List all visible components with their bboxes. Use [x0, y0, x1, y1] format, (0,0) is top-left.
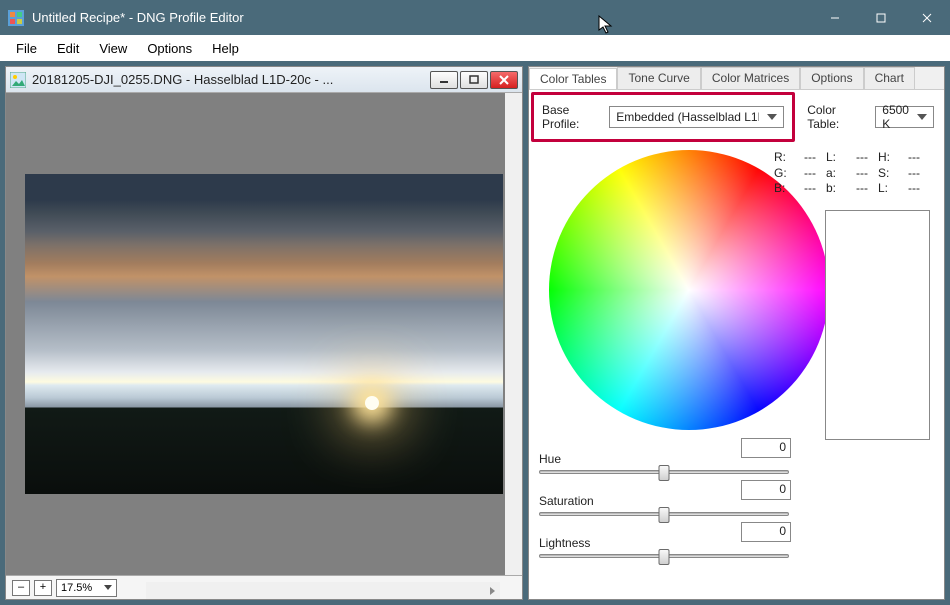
tab-chart[interactable]: Chart	[864, 67, 915, 89]
tabs: Color Tables Tone Curve Color Matrices O…	[529, 67, 944, 89]
hue-label: Hue	[539, 452, 729, 466]
window-title: Untitled Recipe* - DNG Profile Editor	[32, 10, 812, 25]
sun-highlight	[365, 396, 379, 410]
base-profile-label: Base Profile:	[542, 103, 603, 131]
color-table-value: 6500 K	[882, 103, 909, 131]
lightness-slider-thumb[interactable]	[659, 549, 670, 565]
title-bar: Untitled Recipe* - DNG Profile Editor	[0, 0, 950, 35]
tab-color-matrices[interactable]: Color Matrices	[701, 67, 800, 89]
image-viewport[interactable]	[6, 93, 522, 575]
image-panel: 20181205-DJI_0255.DNG - Hasselblad L1D-2…	[5, 66, 523, 600]
saturation-value-input[interactable]: 0	[741, 480, 791, 500]
color-tables-body: Base Profile: Embedded (Hasselblad L1D-2…	[529, 89, 944, 599]
tab-tone-curve[interactable]: Tone Curve	[617, 67, 700, 89]
saturation-slider[interactable]	[539, 512, 789, 516]
app-icon	[8, 10, 24, 26]
zoom-out-button[interactable]: –	[12, 580, 30, 596]
menu-options[interactable]: Options	[137, 38, 202, 59]
window-controls	[812, 3, 950, 33]
menu-bar: File Edit View Options Help	[0, 35, 950, 61]
menu-edit[interactable]: Edit	[47, 38, 89, 59]
color-readout: R:---L:---H:--- G:---a:---S:--- B:---b:-…	[774, 150, 930, 197]
minimize-button[interactable]	[812, 3, 858, 33]
hue-slider[interactable]	[539, 470, 789, 474]
vertical-scrollbar[interactable]	[505, 93, 522, 575]
document-title: 20181205-DJI_0255.DNG - Hasselblad L1D-2…	[32, 72, 428, 87]
color-table-label: Color Table:	[807, 103, 869, 131]
document-titlebar: 20181205-DJI_0255.DNG - Hasselblad L1D-2…	[6, 67, 522, 93]
lightness-slider[interactable]	[539, 554, 789, 558]
doc-close-button[interactable]	[490, 71, 518, 89]
saturation-label: Saturation	[539, 494, 729, 508]
close-button[interactable]	[904, 3, 950, 33]
zoom-in-button[interactable]: +	[34, 580, 52, 596]
hue-value-input[interactable]: 0	[741, 438, 791, 458]
document-icon	[10, 72, 26, 88]
doc-minimize-button[interactable]	[430, 71, 458, 89]
horizontal-scrollbar[interactable]	[146, 582, 500, 599]
menu-file[interactable]: File	[6, 38, 47, 59]
scroll-right-icon[interactable]	[483, 582, 500, 599]
lightness-value-input[interactable]: 0	[741, 522, 791, 542]
tab-color-tables[interactable]: Color Tables	[529, 68, 617, 90]
tab-options[interactable]: Options	[800, 67, 863, 89]
preview-image	[25, 174, 503, 494]
workspace: 20181205-DJI_0255.DNG - Hasselblad L1D-2…	[0, 61, 950, 605]
menu-help[interactable]: Help	[202, 38, 249, 59]
viewport-footer: – + 17.5%	[6, 575, 522, 599]
hue-slider-thumb[interactable]	[659, 465, 670, 481]
doc-maximize-button[interactable]	[460, 71, 488, 89]
base-profile-highlight: Base Profile: Embedded (Hasselblad L1D-2…	[531, 92, 795, 142]
lightness-label: Lightness	[539, 536, 729, 550]
swatch-list[interactable]	[825, 210, 930, 440]
saturation-slider-thumb[interactable]	[659, 507, 670, 523]
menu-view[interactable]: View	[89, 38, 137, 59]
properties-panel: Color Tables Tone Curve Color Matrices O…	[528, 66, 945, 600]
zoom-select[interactable]: 17.5%	[56, 579, 117, 597]
base-profile-value: Embedded (Hasselblad L1D-20	[616, 110, 759, 124]
maximize-button[interactable]	[858, 3, 904, 33]
color-table-select[interactable]: 6500 K	[875, 106, 934, 128]
zoom-value: 17.5%	[61, 582, 92, 594]
base-profile-select[interactable]: Embedded (Hasselblad L1D-20	[609, 106, 784, 128]
